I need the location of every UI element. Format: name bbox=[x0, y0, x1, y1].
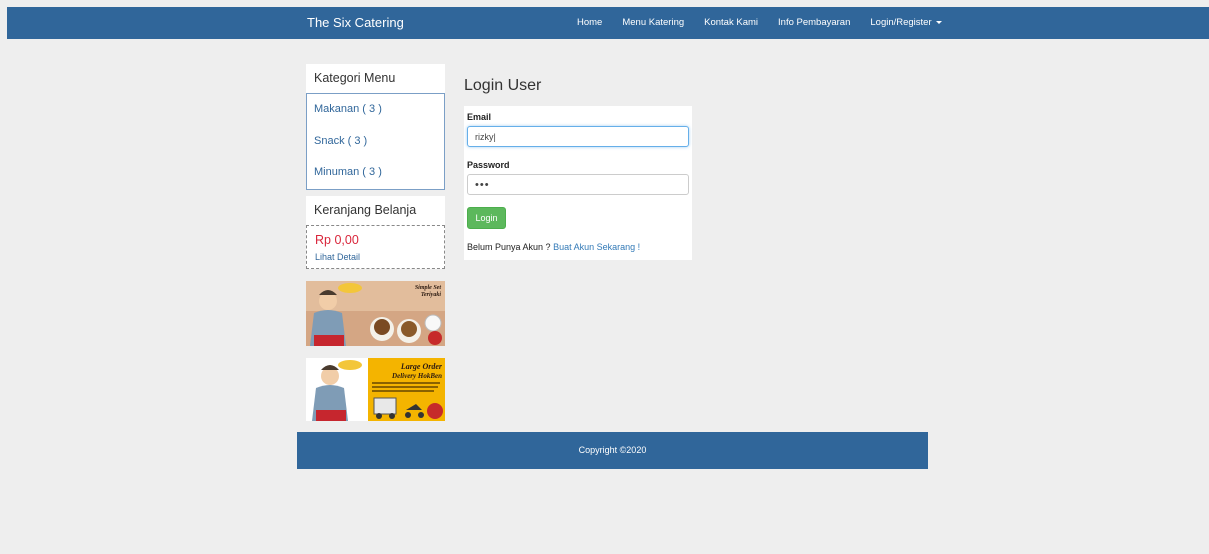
scooter-wheel-icon bbox=[405, 411, 411, 418]
nav-kontak-kami[interactable]: Kontak Kami bbox=[704, 7, 758, 39]
copyright-text: Copyright ©2020 bbox=[578, 445, 647, 455]
nav-info-pembayaran[interactable]: Info Pembayaran bbox=[778, 7, 850, 39]
email-label: Email bbox=[467, 112, 492, 122]
promo-text-line bbox=[372, 389, 434, 392]
promo-badge-icon bbox=[428, 330, 442, 345]
promo-headline-2: Teriyaki bbox=[421, 292, 441, 298]
truck-wheel-icon-2 bbox=[389, 412, 395, 419]
promo-banner-large-order[interactable]: Large Order Delivery HokBen bbox=[306, 357, 445, 421]
food-bowl-contents-icon bbox=[374, 318, 390, 335]
promo-banner-teriyaki[interactable]: Simple Set Teriyaki bbox=[306, 280, 445, 346]
mascot-apron-icon bbox=[314, 334, 344, 346]
category-item-snack[interactable]: Snack ( 3 ) bbox=[307, 126, 444, 158]
nav-menu-katering[interactable]: Menu Katering bbox=[622, 7, 684, 39]
email-field[interactable] bbox=[467, 126, 689, 147]
truck-wheel-icon bbox=[376, 412, 382, 419]
speech-bubble-icon bbox=[338, 359, 362, 370]
register-link[interactable]: Buat Akun Sekarang ! bbox=[553, 242, 640, 252]
login-form: Email Password Login Belum Punya Akun ? … bbox=[464, 106, 692, 260]
footer: Copyright ©2020 bbox=[297, 432, 928, 469]
speech-bubble-icon bbox=[338, 282, 362, 293]
nav-menu: Home Menu Katering Kontak Kami Info Pemb… bbox=[577, 7, 962, 39]
page-title: Login User bbox=[464, 77, 542, 94]
delivery-truck-icon bbox=[373, 397, 397, 414]
cart-total: Rp 0,00 bbox=[315, 232, 359, 247]
top-navbar: The Six Catering Home Menu Katering Kont… bbox=[7, 7, 1209, 39]
food-bowl-contents-icon-2 bbox=[401, 320, 417, 337]
promo-headline-1: Simple Set bbox=[415, 285, 442, 291]
promo-headline-1: Large Order bbox=[400, 362, 443, 371]
nav-login-register-dropdown[interactable]: Login/Register bbox=[870, 7, 942, 39]
caret-down-icon bbox=[935, 20, 942, 24]
mascot-apron-icon bbox=[316, 409, 346, 421]
login-button[interactable]: Login bbox=[467, 207, 506, 229]
category-item-minuman[interactable]: Minuman ( 3 ) bbox=[307, 157, 444, 189]
promo-text-line bbox=[372, 381, 440, 384]
register-prompt: Belum Punya Akun ? bbox=[467, 242, 551, 252]
nav-login-register-label: Login/Register bbox=[870, 17, 932, 28]
password-field[interactable] bbox=[467, 174, 689, 195]
login-section: Login User Email Password Login Belum Pu… bbox=[464, 76, 692, 260]
cart-detail-link[interactable]: Lihat Detail bbox=[315, 250, 436, 264]
cart-summary: Rp 0,00 Lihat Detail bbox=[306, 224, 445, 269]
sidebar: Kategori Menu Makanan ( 3 ) Snack ( 3 ) … bbox=[306, 64, 445, 421]
brand-link[interactable]: The Six Catering bbox=[307, 7, 404, 39]
category-panel-title: Kategori Menu bbox=[306, 64, 445, 93]
category-item-makanan[interactable]: Makanan ( 3 ) bbox=[307, 94, 444, 126]
scooter-wheel-icon-2 bbox=[418, 411, 424, 418]
food-cup-icon bbox=[424, 314, 442, 331]
promo-badge-icon bbox=[427, 402, 443, 419]
password-label: Password bbox=[467, 160, 510, 170]
nav-home[interactable]: Home bbox=[577, 7, 602, 39]
promo-text-line bbox=[372, 385, 438, 388]
category-list: Makanan ( 3 ) Snack ( 3 ) Minuman ( 3 ) bbox=[306, 93, 445, 190]
cart-panel-title: Keranjang Belanja bbox=[306, 195, 445, 225]
register-prompt-line: Belum Punya Akun ? Buat Akun Sekarang ! bbox=[467, 241, 689, 253]
promo-headline-2: Delivery HokBen bbox=[391, 372, 442, 380]
